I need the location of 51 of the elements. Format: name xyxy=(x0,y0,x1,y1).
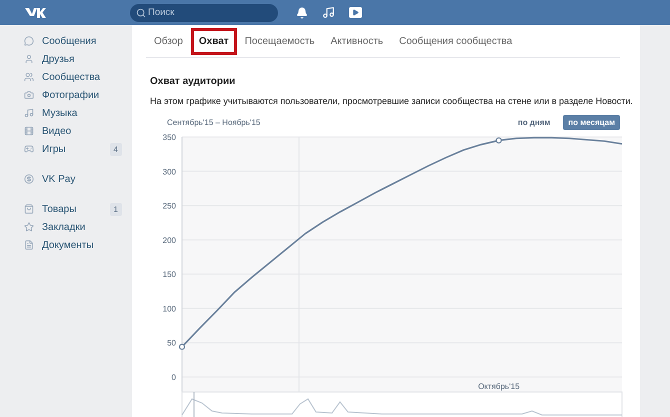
y-tick-label: 0 xyxy=(172,373,176,382)
logo-icon[interactable] xyxy=(24,6,46,18)
section-title: Охват аудитории xyxy=(150,76,236,87)
data-point xyxy=(178,344,186,350)
music-icon[interactable] xyxy=(322,6,335,19)
count-badge: 1 xyxy=(110,202,122,216)
mode-button[interactable]: по дням xyxy=(512,115,556,130)
section-description: На этом графике учитываются пользователи, просмотревшие записи сообщества на стене или в разделе Новости. xyxy=(150,96,634,106)
sidebar-item[interactable]: VK Pay xyxy=(24,170,132,188)
sidebar-item[interactable]: Игры 4 xyxy=(24,140,132,158)
sidebar-item[interactable]: Фотографии xyxy=(24,86,132,104)
sidebar-item[interactable]: Закладки xyxy=(24,218,132,236)
tab[interactable]: Обзор xyxy=(146,28,191,54)
coin-icon xyxy=(24,174,34,184)
film-icon xyxy=(24,126,34,136)
music-icon xyxy=(24,108,34,118)
sidebar-item[interactable]: Сообщества xyxy=(24,68,132,86)
y-tick-label: 250 xyxy=(162,202,176,211)
x-tick-label: Октябрь'15 xyxy=(478,382,520,391)
sidebar-item[interactable]: Сообщения xyxy=(24,32,132,50)
message-icon xyxy=(24,36,34,46)
count-badge: 4 xyxy=(110,142,122,156)
y-tick-label: 350 xyxy=(162,133,176,142)
sidebar-item[interactable]: Документы xyxy=(24,236,132,254)
sidebar-item[interactable]: Видео xyxy=(24,122,132,140)
data-point xyxy=(496,137,502,144)
sidebar-item[interactable]: Музыка xyxy=(24,104,132,122)
y-tick-label: 50 xyxy=(167,338,176,348)
star-icon xyxy=(24,222,34,232)
sidebar-item[interactable]: Друзья xyxy=(24,50,132,68)
bag-icon xyxy=(24,204,34,214)
document-icon xyxy=(24,240,34,250)
search-field[interactable]: Поиск xyxy=(130,4,278,22)
tab[interactable]: Охват xyxy=(190,28,237,54)
camera-icon xyxy=(24,90,34,100)
y-tick-label: 150 xyxy=(162,270,176,280)
gamepad-icon xyxy=(24,144,34,154)
play-icon[interactable] xyxy=(349,7,362,18)
tab[interactable]: Сообщения сообщества xyxy=(391,28,520,54)
y-tick-label: 200 xyxy=(162,236,176,245)
tab[interactable]: Посещаемость xyxy=(236,28,323,54)
bell-icon[interactable] xyxy=(296,6,308,18)
y-tick-label: 300 xyxy=(162,167,176,176)
mode-button[interactable]: по месяцам xyxy=(563,115,620,130)
y-tick-label: 100 xyxy=(162,304,176,314)
users-icon xyxy=(24,72,34,82)
user-icon xyxy=(24,54,34,64)
period-label: Сентябрь'15 – Ноябрь'15 xyxy=(167,118,262,127)
search-icon xyxy=(136,8,146,18)
sidebar-item[interactable]: Товары 1 xyxy=(24,200,132,218)
tab[interactable]: Активность xyxy=(322,28,392,54)
